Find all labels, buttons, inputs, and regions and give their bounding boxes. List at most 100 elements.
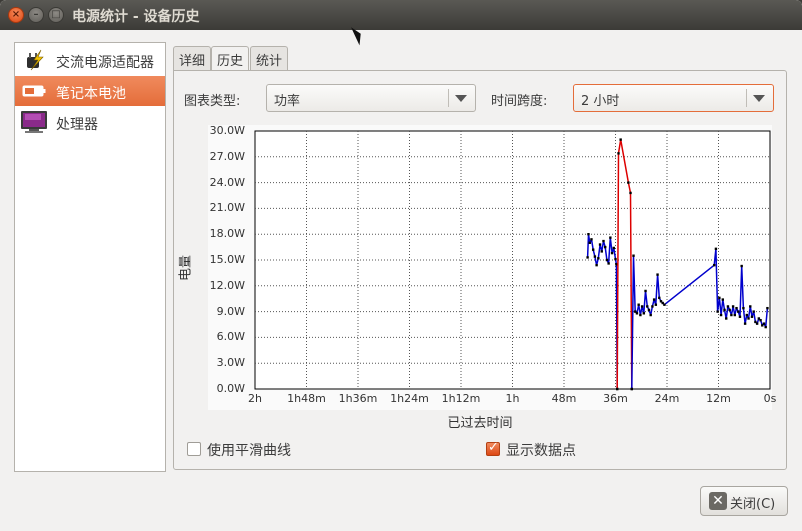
power-history-chart (254, 130, 771, 391)
data-point (766, 306, 769, 310)
data-point (644, 289, 647, 293)
data-point (646, 305, 649, 308)
device-item-processor[interactable]: 处理器 (15, 107, 165, 137)
data-point (714, 247, 718, 251)
device-label: 交流电源适配器 (56, 55, 154, 71)
device-list: 交流电源适配器 笔记本电池 处理器 (14, 42, 166, 472)
data-point (738, 315, 742, 318)
data-point (609, 236, 612, 239)
data-point (647, 308, 651, 312)
data-point (656, 273, 659, 276)
data-point (749, 305, 752, 308)
processor-icon (21, 111, 47, 133)
data-point (637, 303, 640, 306)
time-span-select[interactable]: 2 小时 (573, 84, 774, 112)
graph-type-label: 图表类型: (184, 94, 241, 109)
close-icon: × (11, 9, 21, 20)
show-points-label: 显示数据点 (506, 443, 576, 459)
battery-icon (22, 85, 46, 97)
data-point (743, 322, 747, 325)
time-span-label: 时间跨度: (491, 94, 548, 109)
tab-details[interactable]: 详细 (173, 46, 212, 70)
close-icon: ✕ (709, 492, 727, 510)
data-point (588, 241, 591, 244)
data-point (755, 322, 759, 325)
data-point (649, 313, 652, 317)
data-point (593, 255, 597, 258)
data-point (654, 303, 658, 306)
title-bar[interactable]: × – □ 电源统计 - 设备历史 (0, 0, 802, 30)
minimize-icon: – (33, 9, 39, 20)
close-button[interactable]: ✕ 关闭(C) (700, 486, 788, 516)
data-point (652, 298, 656, 301)
graph-type-value: 功率 (274, 94, 301, 109)
ac-adapter-icon (27, 49, 44, 71)
data-point (747, 317, 750, 320)
data-point (731, 305, 735, 308)
data-point (716, 310, 719, 313)
data-point (728, 308, 731, 312)
chevron-down-icon (455, 95, 467, 102)
data-point (605, 258, 609, 262)
data-point (719, 313, 723, 317)
data-point (600, 250, 603, 253)
tab-statistics[interactable]: 统计 (250, 46, 289, 70)
window-close-button[interactable]: × (8, 7, 24, 23)
data-point (742, 306, 745, 310)
data-point (642, 312, 646, 315)
window-maximize-button[interactable]: □ (48, 7, 64, 23)
y-tick-label: 3.0W (216, 356, 245, 370)
data-point (617, 152, 620, 155)
graph-type-select[interactable]: 功率 (266, 84, 476, 112)
y-tick-label: 18.0W (209, 227, 245, 241)
data-point (614, 257, 617, 261)
x-axis-label: 已过去时间 (447, 416, 513, 431)
data-point (587, 233, 590, 236)
data-point (610, 251, 614, 255)
show-points-checkbox[interactable] (486, 440, 500, 456)
y-tick-label: 30.0W (209, 124, 245, 137)
maximize-icon: □ (51, 9, 61, 20)
window-title: 电源统计 - 设备历史 (72, 9, 200, 25)
data-point (612, 246, 615, 250)
smooth-curve-checkbox[interactable] (187, 442, 201, 456)
data-point (651, 305, 654, 308)
device-history-window: × – □ 电源统计 - 设备历史 交流电源适配器 笔记本电池 处理器 详细 历… (0, 0, 802, 531)
data-point (762, 322, 766, 325)
combo-separator (448, 89, 449, 107)
data-point (619, 138, 622, 141)
data-point (737, 310, 740, 313)
window-minimize-button[interactable]: – (28, 7, 44, 23)
y-tick-label: 24.0W (209, 175, 245, 189)
combo-separator (746, 89, 747, 107)
data-point (604, 245, 607, 249)
tab-history[interactable]: 历史 (211, 46, 250, 71)
device-item-battery[interactable]: 笔记本电池 (15, 76, 165, 106)
y-tick-label: 27.0W (209, 149, 245, 163)
data-point (713, 263, 716, 267)
data-point (730, 313, 733, 317)
y-tick-label: 0.0W (216, 382, 245, 395)
y-tick-label: 12.0W (209, 278, 245, 292)
data-point (607, 262, 610, 265)
time-span-value: 2 小时 (581, 94, 620, 109)
data-point (639, 313, 642, 317)
data-point (602, 239, 605, 243)
data-point (725, 317, 728, 320)
data-point (616, 387, 619, 391)
data-point (750, 315, 754, 318)
data-point (630, 387, 634, 391)
data-point (658, 296, 661, 300)
data-point (627, 181, 630, 184)
device-item-ac-adapter[interactable]: 交流电源适配器 (15, 45, 165, 75)
data-point (595, 263, 598, 267)
data-point (721, 298, 724, 301)
data-point (663, 303, 666, 306)
data-point (733, 313, 737, 317)
data-point (591, 248, 595, 251)
data-point (723, 308, 726, 312)
data-point (764, 325, 767, 329)
y-tick-label: 9.0W (216, 304, 245, 318)
data-point (632, 254, 635, 257)
data-point (740, 264, 743, 268)
